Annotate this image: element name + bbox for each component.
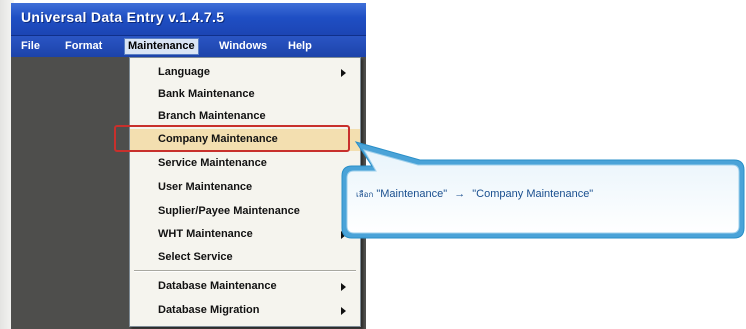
callout-to: "Company Maintenance" [472, 188, 594, 200]
right-arrow-icon: → [454, 188, 466, 200]
callout-bubble [341, 141, 745, 239]
callout-instruction: เลือก "Maintenance" → "Company Maintenan… [356, 188, 593, 201]
callout-from: "Maintenance" [376, 188, 448, 200]
callout-prefix: เลือก [356, 190, 374, 199]
